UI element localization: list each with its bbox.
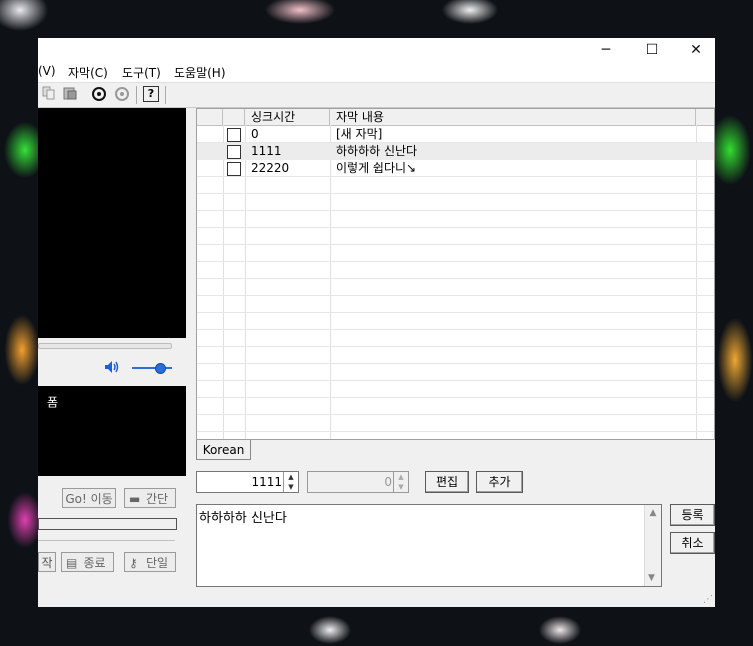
sync-icon[interactable] [90, 86, 108, 104]
grid-line [197, 193, 714, 194]
edit-button[interactable]: 편집 [425, 471, 469, 493]
grid-line [197, 295, 714, 296]
grid-line [197, 244, 714, 245]
close-button[interactable]: ✕ [673, 38, 715, 62]
scroll-down-icon[interactable]: ▼ [648, 573, 655, 583]
table-row[interactable]: 0 [새 자막] [197, 126, 714, 143]
toolbar-divider [136, 86, 137, 104]
row-content: 이렇게 쉽다니↘ [336, 161, 417, 175]
row-checkbox[interactable] [227, 128, 241, 142]
grid-header-sync[interactable]: 싱크시간 [245, 109, 330, 125]
menu-tools[interactable]: 도구(T) [122, 64, 161, 81]
grid-line [197, 346, 714, 347]
toolbar-divider [165, 86, 166, 104]
grid-line [197, 397, 714, 398]
grid-header-content[interactable]: 자막 내용 [330, 109, 696, 125]
document-icon: ▤ [66, 556, 78, 570]
scroll-up-icon[interactable]: ▲ [645, 508, 661, 518]
volume-icon[interactable] [104, 360, 120, 378]
second-value: 0 [384, 475, 392, 489]
grid-line [197, 363, 714, 364]
seek-bar[interactable] [38, 343, 172, 349]
table-row-selected[interactable]: 1111 하하하하 신난다 [197, 143, 714, 160]
help-icon[interactable]: ? [143, 86, 159, 102]
row-checkbox[interactable] [227, 145, 241, 159]
start-button[interactable]: 작 [38, 552, 56, 572]
subtitle-grid[interactable]: 싱크시간 자막 내용 0 [새 자막] 1111 하하하하 신난다 22220 … [196, 108, 715, 440]
editor-scrollbar[interactable]: ▲ ▼ [644, 505, 661, 586]
single-button-label: 단일 [145, 556, 169, 570]
menu-help[interactable]: 도움말(H) [174, 64, 226, 81]
single-button[interactable]: ⚷ 단일 [124, 552, 176, 572]
register-button[interactable]: 등록 [670, 504, 715, 526]
row-checkbox[interactable] [227, 162, 241, 176]
go-move-button[interactable]: Go! 이동 [62, 488, 116, 508]
grid-line [197, 278, 714, 279]
resize-grip-icon[interactable]: ⋰ [703, 594, 713, 605]
grid-header-blank [197, 109, 223, 125]
menu-subtitle[interactable]: 자막(C) [68, 64, 108, 81]
minimize-button[interactable]: ─ [583, 38, 629, 62]
grid-line [197, 329, 714, 330]
sync-time-stepper[interactable]: 1111 ▲ ▼ [196, 471, 299, 493]
table-row[interactable]: 22220 이렇게 쉽다니↘ [197, 160, 714, 177]
camera-icon: ▬ [129, 492, 141, 506]
grid-line [197, 227, 714, 228]
divider [38, 540, 175, 541]
volume-slider-thumb[interactable] [155, 363, 166, 374]
end-button[interactable]: ▤ 종료 [61, 552, 114, 572]
volume-slider[interactable] [132, 367, 172, 369]
end-button-label: 종료 [83, 556, 106, 570]
simple-button[interactable]: ▬ 간단 [124, 488, 176, 508]
add-button[interactable]: 추가 [476, 471, 523, 493]
progress-bar [38, 518, 177, 530]
grid-header: 싱크시간 자막 내용 [197, 109, 714, 126]
toolbar: ? [38, 83, 715, 108]
stepper-arrows[interactable]: ▲ ▼ [393, 472, 408, 492]
grid-line [197, 312, 714, 313]
menu-view[interactable]: (V) [38, 64, 56, 78]
row-content: [새 자막] [336, 127, 383, 141]
row-content: 하하하하 신난다 [336, 144, 418, 158]
grid-line [197, 431, 714, 432]
refresh-icon[interactable] [113, 86, 131, 104]
cancel-button[interactable]: 취소 [670, 532, 715, 554]
tab-korean[interactable]: Korean [196, 440, 251, 460]
copy-icon[interactable] [40, 86, 58, 104]
subtitle-editor[interactable]: 하하하하 신난다 ▲ ▼ [196, 504, 662, 587]
preview-text: 폼 [45, 396, 59, 408]
editor-text[interactable]: 하하하하 신난다 [199, 507, 287, 526]
title-bar: ─ ☐ ✕ [38, 38, 715, 62]
second-stepper[interactable]: 0 ▲ ▼ [307, 471, 409, 493]
row-sync: 0 [251, 127, 259, 141]
row-sync: 1111 [251, 144, 282, 158]
paste-icon[interactable] [61, 86, 79, 104]
video-player[interactable] [38, 108, 186, 338]
maximize-button[interactable]: ☐ [629, 38, 675, 62]
grid-line [197, 261, 714, 262]
grid-line [197, 380, 714, 381]
simple-button-label: 간단 [145, 492, 169, 506]
grid-header-check [223, 109, 245, 125]
sync-time-value: 1111 [251, 475, 282, 489]
grid-line [197, 414, 714, 415]
stepper-arrows[interactable]: ▲ ▼ [283, 472, 298, 492]
grid-line [197, 210, 714, 211]
app-window: ─ ☐ ✕ (V) 자막(C) 도구(T) 도움말(H) ? 폼 Go! 이동 … [38, 38, 715, 607]
subtitle-preview: 폼 [38, 386, 186, 476]
row-sync: 22220 [251, 161, 290, 175]
key-icon: ⚷ [129, 556, 138, 570]
menu-bar: (V) 자막(C) 도구(T) 도움말(H) [38, 62, 715, 83]
